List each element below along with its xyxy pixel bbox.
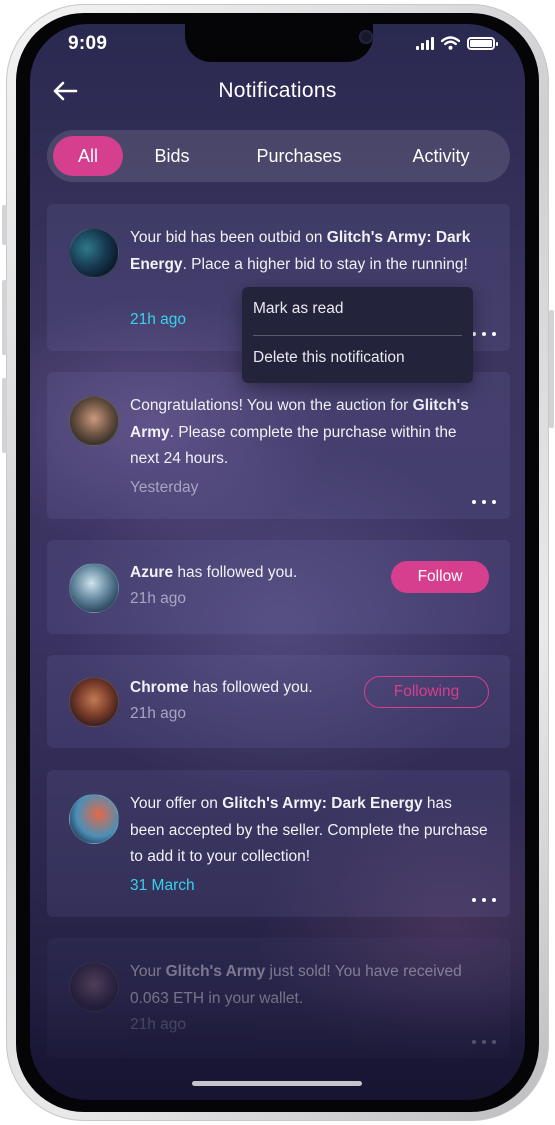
mark-as-read-option[interactable]: Mark as read — [253, 300, 343, 318]
signal-icon — [416, 36, 434, 50]
avatar — [69, 563, 119, 613]
home-indicator[interactable] — [192, 1081, 362, 1086]
power-button — [549, 310, 554, 428]
follow-button[interactable]: Follow — [391, 561, 489, 593]
notification-time: 21h ago — [130, 590, 187, 607]
tab-bids[interactable]: Bids — [135, 136, 209, 176]
notification-time: 21h ago — [130, 1016, 187, 1033]
status-bar: 9:09 — [30, 24, 525, 68]
filter-tabs: All Bids Purchases Activity — [47, 130, 510, 182]
more-options-icon[interactable] — [472, 497, 496, 507]
camera-icon — [359, 30, 373, 44]
more-options-icon[interactable] — [472, 329, 496, 339]
context-menu: Mark as read Delete this notification — [242, 287, 473, 383]
following-button[interactable]: Following — [364, 676, 489, 708]
notification-card[interactable]: Your offer on Glitch's Army: Dark Energy… — [47, 770, 510, 917]
battery-icon — [467, 36, 498, 50]
notification-text: Chrome has followed you. — [130, 679, 313, 696]
screen: 9:09 Notifications All Bids Purchases Ac… — [30, 24, 525, 1100]
notification-text: Congratulations! You won the auction for… — [130, 397, 469, 467]
more-options-icon[interactable] — [472, 1037, 496, 1047]
notification-card[interactable]: Congratulations! You won the auction for… — [47, 372, 510, 519]
avatar — [69, 677, 119, 727]
page-title: Notifications — [218, 79, 337, 102]
delete-notification-option[interactable]: Delete this notification — [253, 349, 405, 367]
notification-time: 31 March — [130, 877, 195, 894]
notch — [185, 24, 373, 62]
avatar — [69, 228, 119, 278]
header: Notifications — [30, 74, 525, 110]
menu-divider — [253, 335, 462, 336]
status-icons — [416, 36, 498, 50]
tab-activity[interactable]: Activity — [387, 136, 495, 176]
notification-text: Your Glitch's Army just sold! You have r… — [130, 963, 462, 1007]
mute-switch — [2, 205, 7, 245]
more-options-icon[interactable] — [472, 895, 496, 905]
wifi-icon — [441, 36, 460, 50]
notification-text: Your offer on Glitch's Army: Dark Energy… — [130, 795, 488, 865]
notification-time: 21h ago — [130, 705, 187, 722]
notification-time: 21h ago — [130, 311, 187, 328]
notification-text: Azure has followed you. — [130, 564, 298, 581]
avatar — [69, 962, 119, 1012]
notification-card[interactable]: Your Glitch's Army just sold! You have r… — [47, 938, 510, 1058]
volume-down-button — [2, 378, 7, 453]
notification-text: Your bid has been outbid on Glitch's Arm… — [130, 229, 471, 273]
notification-time: Yesterday — [130, 479, 199, 496]
status-time: 9:09 — [68, 33, 108, 54]
notification-card[interactable]: Azure has followed you. 21h ago Follow — [47, 540, 510, 634]
notification-card[interactable]: Chrome has followed you. 21h ago Followi… — [47, 655, 510, 748]
tab-all[interactable]: All — [53, 136, 123, 176]
avatar — [69, 794, 119, 844]
avatar — [69, 396, 119, 446]
tab-purchases[interactable]: Purchases — [237, 136, 361, 176]
volume-up-button — [2, 280, 7, 355]
